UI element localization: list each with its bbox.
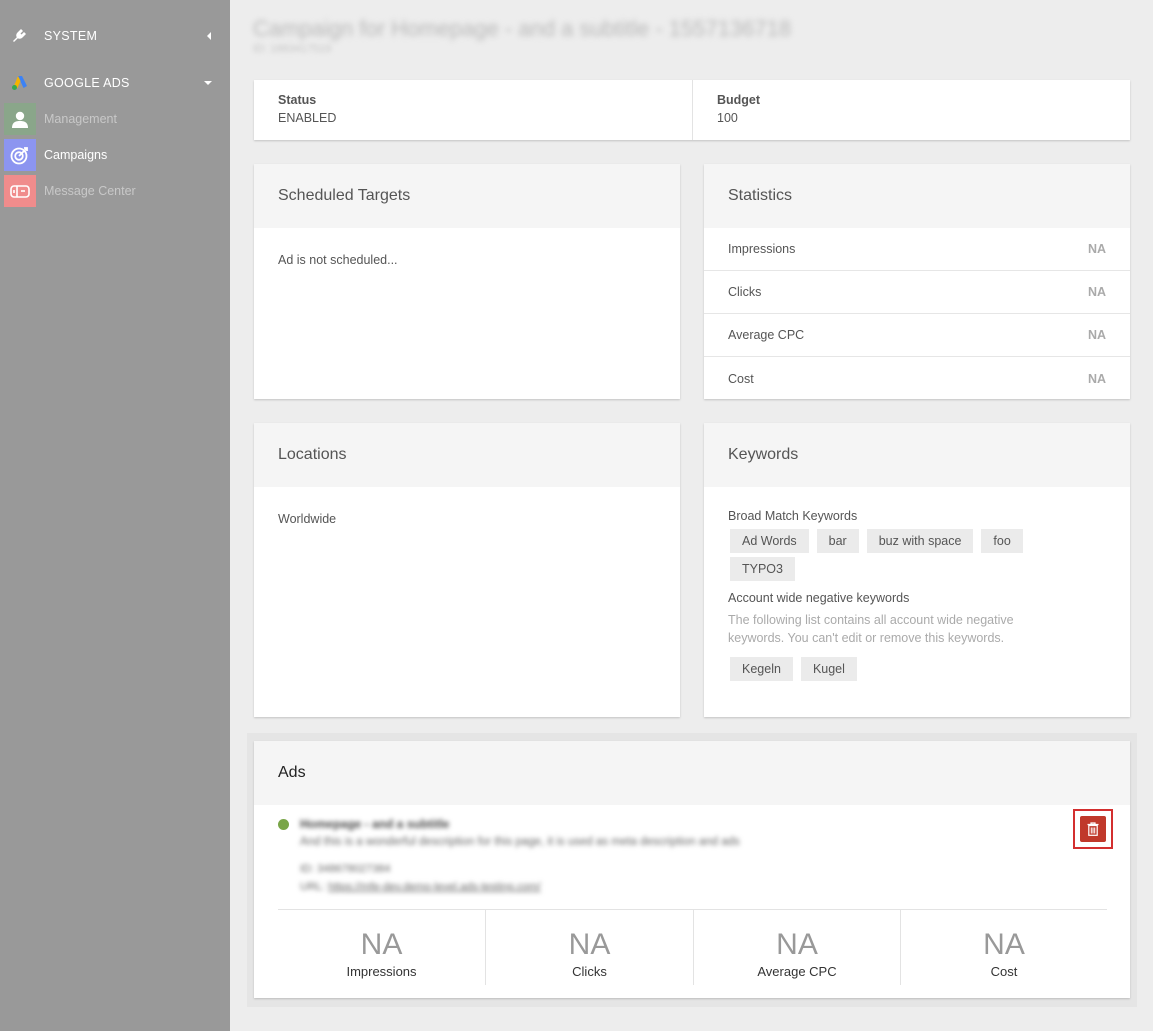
- page-subtitle: ID: 1883417519: [253, 43, 332, 55]
- stat-value: NA: [1087, 328, 1106, 342]
- stat-label: Impressions: [728, 242, 796, 256]
- sidebar-item-management[interactable]: Management: [4, 103, 230, 135]
- location-value: Worldwide: [278, 512, 337, 526]
- stat-value: NA: [1087, 285, 1106, 299]
- stat-row-impressions: Impressions NA: [704, 228, 1130, 271]
- ad-metric-average-cpc: NA Average CPC: [694, 910, 900, 985]
- budget-cell: Budget 100: [693, 80, 1130, 140]
- campaign-summary-card: Status ENABLED Budget 100: [254, 80, 1130, 140]
- main-content: Campaign for Homepage - and a subtitle -…: [230, 0, 1153, 1031]
- metric-value: NA: [360, 928, 403, 961]
- keyword-tag: Kegeln: [730, 657, 793, 681]
- stat-row-average-cpc: Average CPC NA: [704, 314, 1130, 357]
- negative-keyword-list: Kegeln Kugel: [728, 657, 1106, 685]
- status-cell: Status ENABLED: [254, 80, 692, 140]
- budget-label: Budget: [717, 93, 761, 107]
- ad-url-prefix: URL:: [300, 881, 326, 893]
- target-icon: [4, 139, 36, 171]
- stat-label: Clicks: [728, 285, 762, 299]
- metric-value: NA: [983, 928, 1025, 961]
- status-label: Status: [278, 93, 317, 107]
- negative-keywords-description: The following list contains all account …: [728, 613, 1014, 645]
- locations-card: Locations Worldwide: [254, 423, 680, 717]
- metric-value: NA: [776, 928, 818, 961]
- metric-label: Average CPC: [757, 964, 837, 979]
- metric-label: Cost: [990, 964, 1018, 979]
- plug-icon: [13, 29, 26, 42]
- broad-match-label: Broad Match Keywords: [728, 509, 858, 523]
- keywords-body: Broad Match Keywords Ad Words bar buz with…: [704, 487, 1130, 685]
- sidebar-item-campaigns[interactable]: Campaigns: [4, 139, 230, 171]
- stat-label: Average CPC: [728, 328, 805, 342]
- ad-metric-clicks: NA Clicks: [486, 910, 693, 985]
- mailbox-icon: [4, 175, 36, 207]
- card-title: Locations: [254, 423, 680, 487]
- ads-card: Ads Homepage - and a subtitle And this i…: [254, 741, 1130, 998]
- ad-metrics: NA Impressions NA Clicks NA Average CPC …: [278, 910, 1107, 985]
- stat-value: NA: [1087, 242, 1106, 256]
- keyword-tag: bar: [816, 529, 859, 553]
- metric-value: NA: [568, 928, 611, 961]
- keyword-tag: foo: [981, 529, 1023, 553]
- ad-url-link[interactable]: https://mfe-dev.demo-level.ads-testing.c…: [328, 881, 541, 893]
- broad-keyword-list: Ad Words bar buz with space foo TYPO3: [728, 529, 1106, 585]
- sidebar-group-system[interactable]: SYSTEM: [0, 18, 230, 54]
- card-title: Statistics: [704, 164, 1130, 228]
- card-title: Ads: [254, 741, 1130, 805]
- stat-row-clicks: Clicks NA: [704, 271, 1130, 314]
- statistics-card: Statistics Impressions NA Clicks NA Aver…: [704, 164, 1130, 399]
- negative-keywords-label: Account wide negative keywords: [728, 591, 910, 605]
- stat-label: Cost: [728, 371, 754, 386]
- keyword-tag: Ad Words: [730, 529, 809, 553]
- ad-url-row: URL: https://mfe-dev.demo-level.ads-test…: [300, 881, 541, 893]
- status-value: ENABLED: [278, 111, 337, 125]
- sidebar: SYSTEM GOOGLE ADS Management Campaigns M…: [0, 0, 230, 1031]
- delete-ad-button[interactable]: [1080, 816, 1106, 842]
- ad-headline: Homepage - and a subtitle: [300, 817, 450, 831]
- sidebar-group-google-ads[interactable]: GOOGLE ADS: [0, 65, 230, 101]
- sidebar-group-label: GOOGLE ADS: [44, 76, 130, 90]
- card-title: Keywords: [704, 423, 1130, 487]
- sidebar-group-label: SYSTEM: [44, 29, 98, 43]
- scheduled-targets-card: Scheduled Targets Ad is not scheduled...: [254, 164, 680, 399]
- sidebar-item-label: Campaigns: [44, 148, 108, 162]
- ad-id: ID: 348678027384: [300, 863, 391, 875]
- caret-down-icon: [204, 81, 212, 85]
- stat-value: NA: [1087, 371, 1106, 386]
- keyword-tag: TYPO3: [730, 557, 795, 581]
- trash-icon: [1087, 822, 1099, 836]
- metric-label: Clicks: [572, 964, 607, 979]
- sidebar-item-message-center[interactable]: Message Center: [4, 175, 230, 207]
- keyword-tag: buz with space: [866, 529, 974, 553]
- budget-value: 100: [717, 111, 738, 125]
- sidebar-item-label: Message Center: [44, 184, 136, 198]
- ad-metric-cost: NA Cost: [901, 910, 1107, 985]
- keywords-card: Keywords Broad Match Keywords Ad Words ba…: [704, 423, 1130, 717]
- ad-description: And this is a wonderful description for …: [300, 836, 740, 848]
- sidebar-item-label: Management: [44, 112, 117, 126]
- card-title: Scheduled Targets: [254, 164, 680, 228]
- ad-metric-impressions: NA Impressions: [278, 910, 485, 985]
- user-icon: [4, 103, 36, 135]
- caret-left-icon: [207, 32, 211, 40]
- ad-status-dot: [278, 819, 289, 830]
- scheduled-empty-text: Ad is not scheduled...: [278, 253, 398, 267]
- stat-row-cost: Cost NA: [704, 357, 1130, 400]
- google-ads-icon: [12, 76, 27, 90]
- metric-label: Impressions: [346, 964, 417, 979]
- page-title: Campaign for Homepage - and a subtitle -…: [253, 16, 792, 41]
- keyword-tag: Kugel: [800, 657, 857, 681]
